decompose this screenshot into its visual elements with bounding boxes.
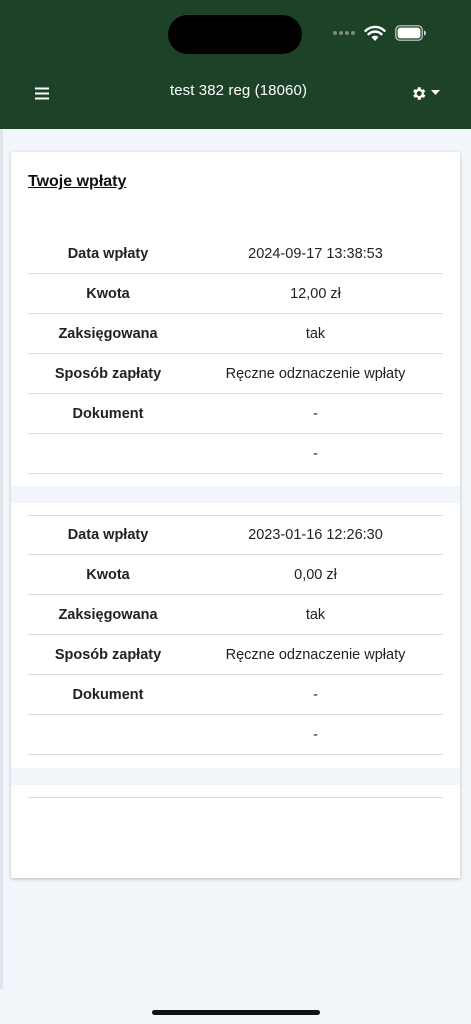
battery-icon <box>395 25 426 41</box>
payment-row-amount: Kwota 0,00 zł <box>28 555 443 595</box>
hamburger-menu-button[interactable] <box>28 80 56 106</box>
payment-row-method: Sposób zapłaty Ręczne odznaczenie wpłaty <box>28 354 443 394</box>
row-value: Ręczne odznaczenie wpłaty <box>225 365 406 382</box>
row-label: Data wpłaty <box>67 527 149 543</box>
dynamic-island <box>168 15 302 54</box>
payment-row-date: Data wpłaty 2024-09-17 13:38:53 <box>28 234 443 274</box>
section-separator <box>11 486 460 503</box>
row-value: 12,00 zł <box>290 285 341 302</box>
page-title: test 382 reg (18060) <box>169 82 308 99</box>
settings-dropdown-button[interactable] <box>410 80 450 106</box>
payment-entry: Data wpłaty 2023-01-16 12:26:30 Kwota 0,… <box>28 515 443 755</box>
payment-row-date: Data wpłaty 2023-01-16 12:26:30 <box>28 515 443 555</box>
row-value: tak <box>305 606 326 623</box>
payment-row-method: Sposób zapłaty Ręczne odznaczenie wpłaty <box>28 635 443 675</box>
row-label: Zaksięgowana <box>58 325 158 342</box>
hamburger-menu-icon <box>35 87 49 99</box>
row-value: - <box>313 686 318 703</box>
row-label: Kwota <box>86 566 130 583</box>
caret-down-icon <box>431 90 440 95</box>
payment-row-extra: - <box>28 434 443 474</box>
app-header: test 382 reg (18060) <box>0 0 471 129</box>
row-label: Zaksięgowana <box>58 606 158 623</box>
payment-row-amount: Kwota 12,00 zł <box>28 274 443 314</box>
payment-row-posted: Zaksięgowana tak <box>28 314 443 354</box>
row-label: Dokument <box>72 686 144 703</box>
payment-row-document: Dokument - <box>28 675 443 715</box>
payment-row-document: Dokument - <box>28 394 443 434</box>
payment-row-extra: - <box>28 715 443 755</box>
home-indicator[interactable] <box>152 1010 320 1015</box>
row-label: Sposób zapłaty <box>54 646 162 663</box>
row-label: Dokument <box>72 405 144 422</box>
payment-entry: Data wpłaty 2024-09-17 13:38:53 Kwota 12… <box>28 234 443 474</box>
section-separator <box>11 768 460 785</box>
payment-row-posted: Zaksięgowana tak <box>28 595 443 635</box>
card-title: Twoje wpłaty <box>28 173 127 190</box>
row-value: tak <box>305 325 326 342</box>
content-area: Twoje wpłaty Data wpłaty 2024-09-17 13:3… <box>0 129 471 1024</box>
row-value: 0,00 zł <box>294 566 337 583</box>
row-value: 2024-09-17 13:38:53 <box>248 245 383 262</box>
table-divider <box>28 797 443 798</box>
wifi-icon <box>364 25 386 41</box>
row-value: - <box>313 445 318 462</box>
row-value: 2023-01-16 12:26:30 <box>248 527 383 543</box>
row-value: - <box>313 726 318 743</box>
gear-icon <box>413 86 426 100</box>
row-label: Sposób zapłaty <box>54 365 162 382</box>
row-label: Kwota <box>86 285 130 302</box>
cellular-signal-icon <box>333 31 359 37</box>
row-value: Ręczne odznaczenie wpłaty <box>225 646 406 663</box>
left-edge-divider <box>0 129 3 989</box>
payments-card: Twoje wpłaty Data wpłaty 2024-09-17 13:3… <box>11 152 460 878</box>
row-value: - <box>313 405 318 422</box>
row-label: Data wpłaty <box>67 245 149 262</box>
